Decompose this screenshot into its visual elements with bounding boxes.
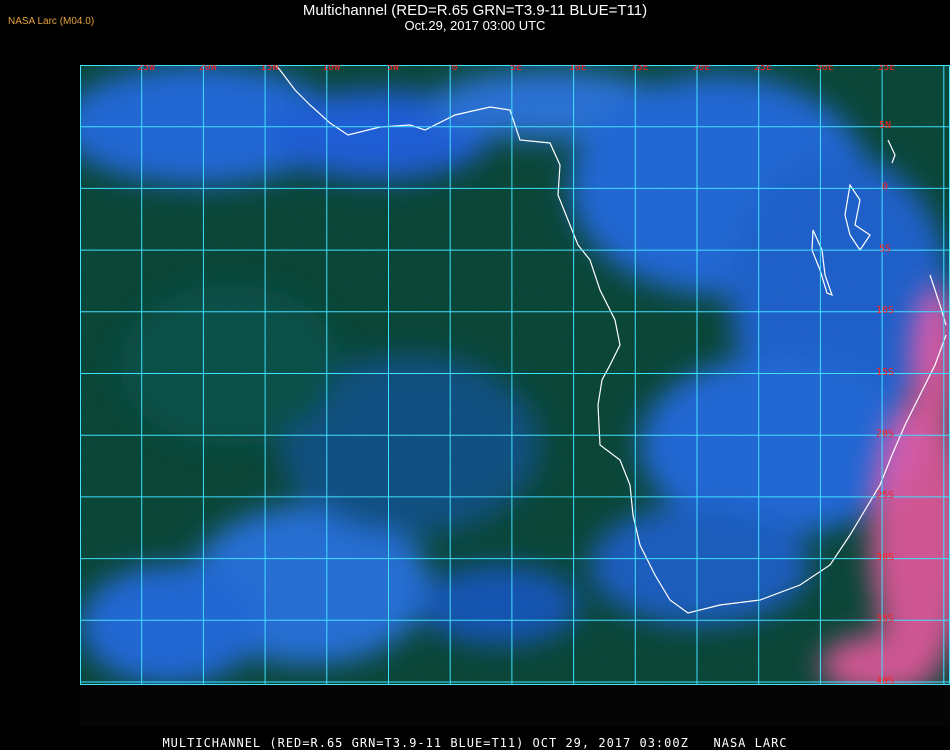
longitude-label: 35E [877, 65, 895, 73]
longitude-label: 20E [692, 65, 710, 73]
bottom-panel [80, 685, 950, 727]
latitude-label: 40S [876, 675, 894, 685]
latitude-label: 35S [876, 614, 894, 625]
latitude-label: 20S [876, 429, 894, 440]
longitude-label: 10W [322, 65, 341, 73]
image-datetime: Oct.29, 2017 03:00 UTC [404, 18, 546, 33]
longitude-label: 20W [199, 65, 218, 73]
latitude-label: 5S [879, 243, 891, 254]
image-title: Multichannel (RED=R.65 GRN=T3.9-11 BLUE=… [302, 2, 648, 19]
longitude-label: 10E [569, 65, 587, 73]
latitude-label: 10S [876, 305, 894, 316]
longitude-label: 25E [754, 65, 772, 73]
latitude-label: 25S [876, 490, 894, 501]
longitude-label: 5W [387, 65, 400, 73]
latitude-label: 5N [879, 120, 891, 131]
longitude-label: 0 [451, 65, 457, 73]
texture-overlay [80, 65, 950, 685]
longitude-label: 25W [137, 65, 156, 73]
longitude-label: 30E [816, 65, 834, 73]
longitude-label: 15W [260, 65, 279, 73]
latitude-label: 30S [876, 552, 894, 563]
footer-caption: MULTICHANNEL (RED=R.65 GRN=T3.9-11 BLUE=… [162, 736, 788, 750]
longitude-label: 5E [510, 65, 522, 73]
longitude-label: 15E [631, 65, 649, 73]
satellite-map: 25W 20W 15W 10W 5W 0 5E 10E 15E 20E 25E 30E 35E 5N 0 5S… [80, 65, 950, 685]
latitude-label: 15S [876, 367, 894, 378]
latitude-label: 0 [882, 182, 888, 193]
